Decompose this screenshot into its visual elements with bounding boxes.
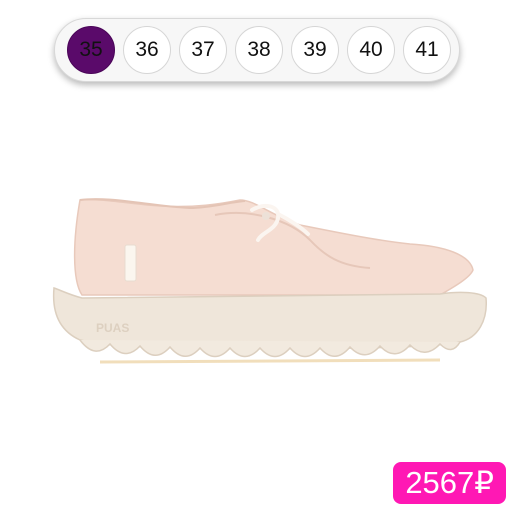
sole-tread bbox=[79, 339, 461, 358]
size-option-36[interactable]: 36 bbox=[123, 26, 171, 74]
size-option-38[interactable]: 38 bbox=[235, 26, 283, 74]
sole-brand-logo: PUAS bbox=[96, 321, 129, 335]
size-option-39[interactable]: 39 bbox=[291, 26, 339, 74]
size-option-41[interactable]: 41 bbox=[403, 26, 451, 74]
price-badge: 2567₽ bbox=[393, 462, 506, 504]
size-option-37[interactable]: 37 bbox=[179, 26, 227, 74]
size-selector: 35 36 37 38 39 40 41 bbox=[54, 18, 460, 82]
size-option-35[interactable]: 35 bbox=[67, 26, 115, 74]
shoe-sole bbox=[52, 286, 487, 350]
product-card: 35 36 37 38 39 40 41 PUAS 2567₽ bbox=[0, 0, 520, 520]
sole-gum-strip bbox=[99, 358, 441, 364]
size-option-40[interactable]: 40 bbox=[347, 26, 395, 74]
heel-tab bbox=[124, 244, 137, 282]
shoe-image: PUAS bbox=[52, 198, 487, 364]
lace-eyelet-icon bbox=[262, 212, 270, 220]
